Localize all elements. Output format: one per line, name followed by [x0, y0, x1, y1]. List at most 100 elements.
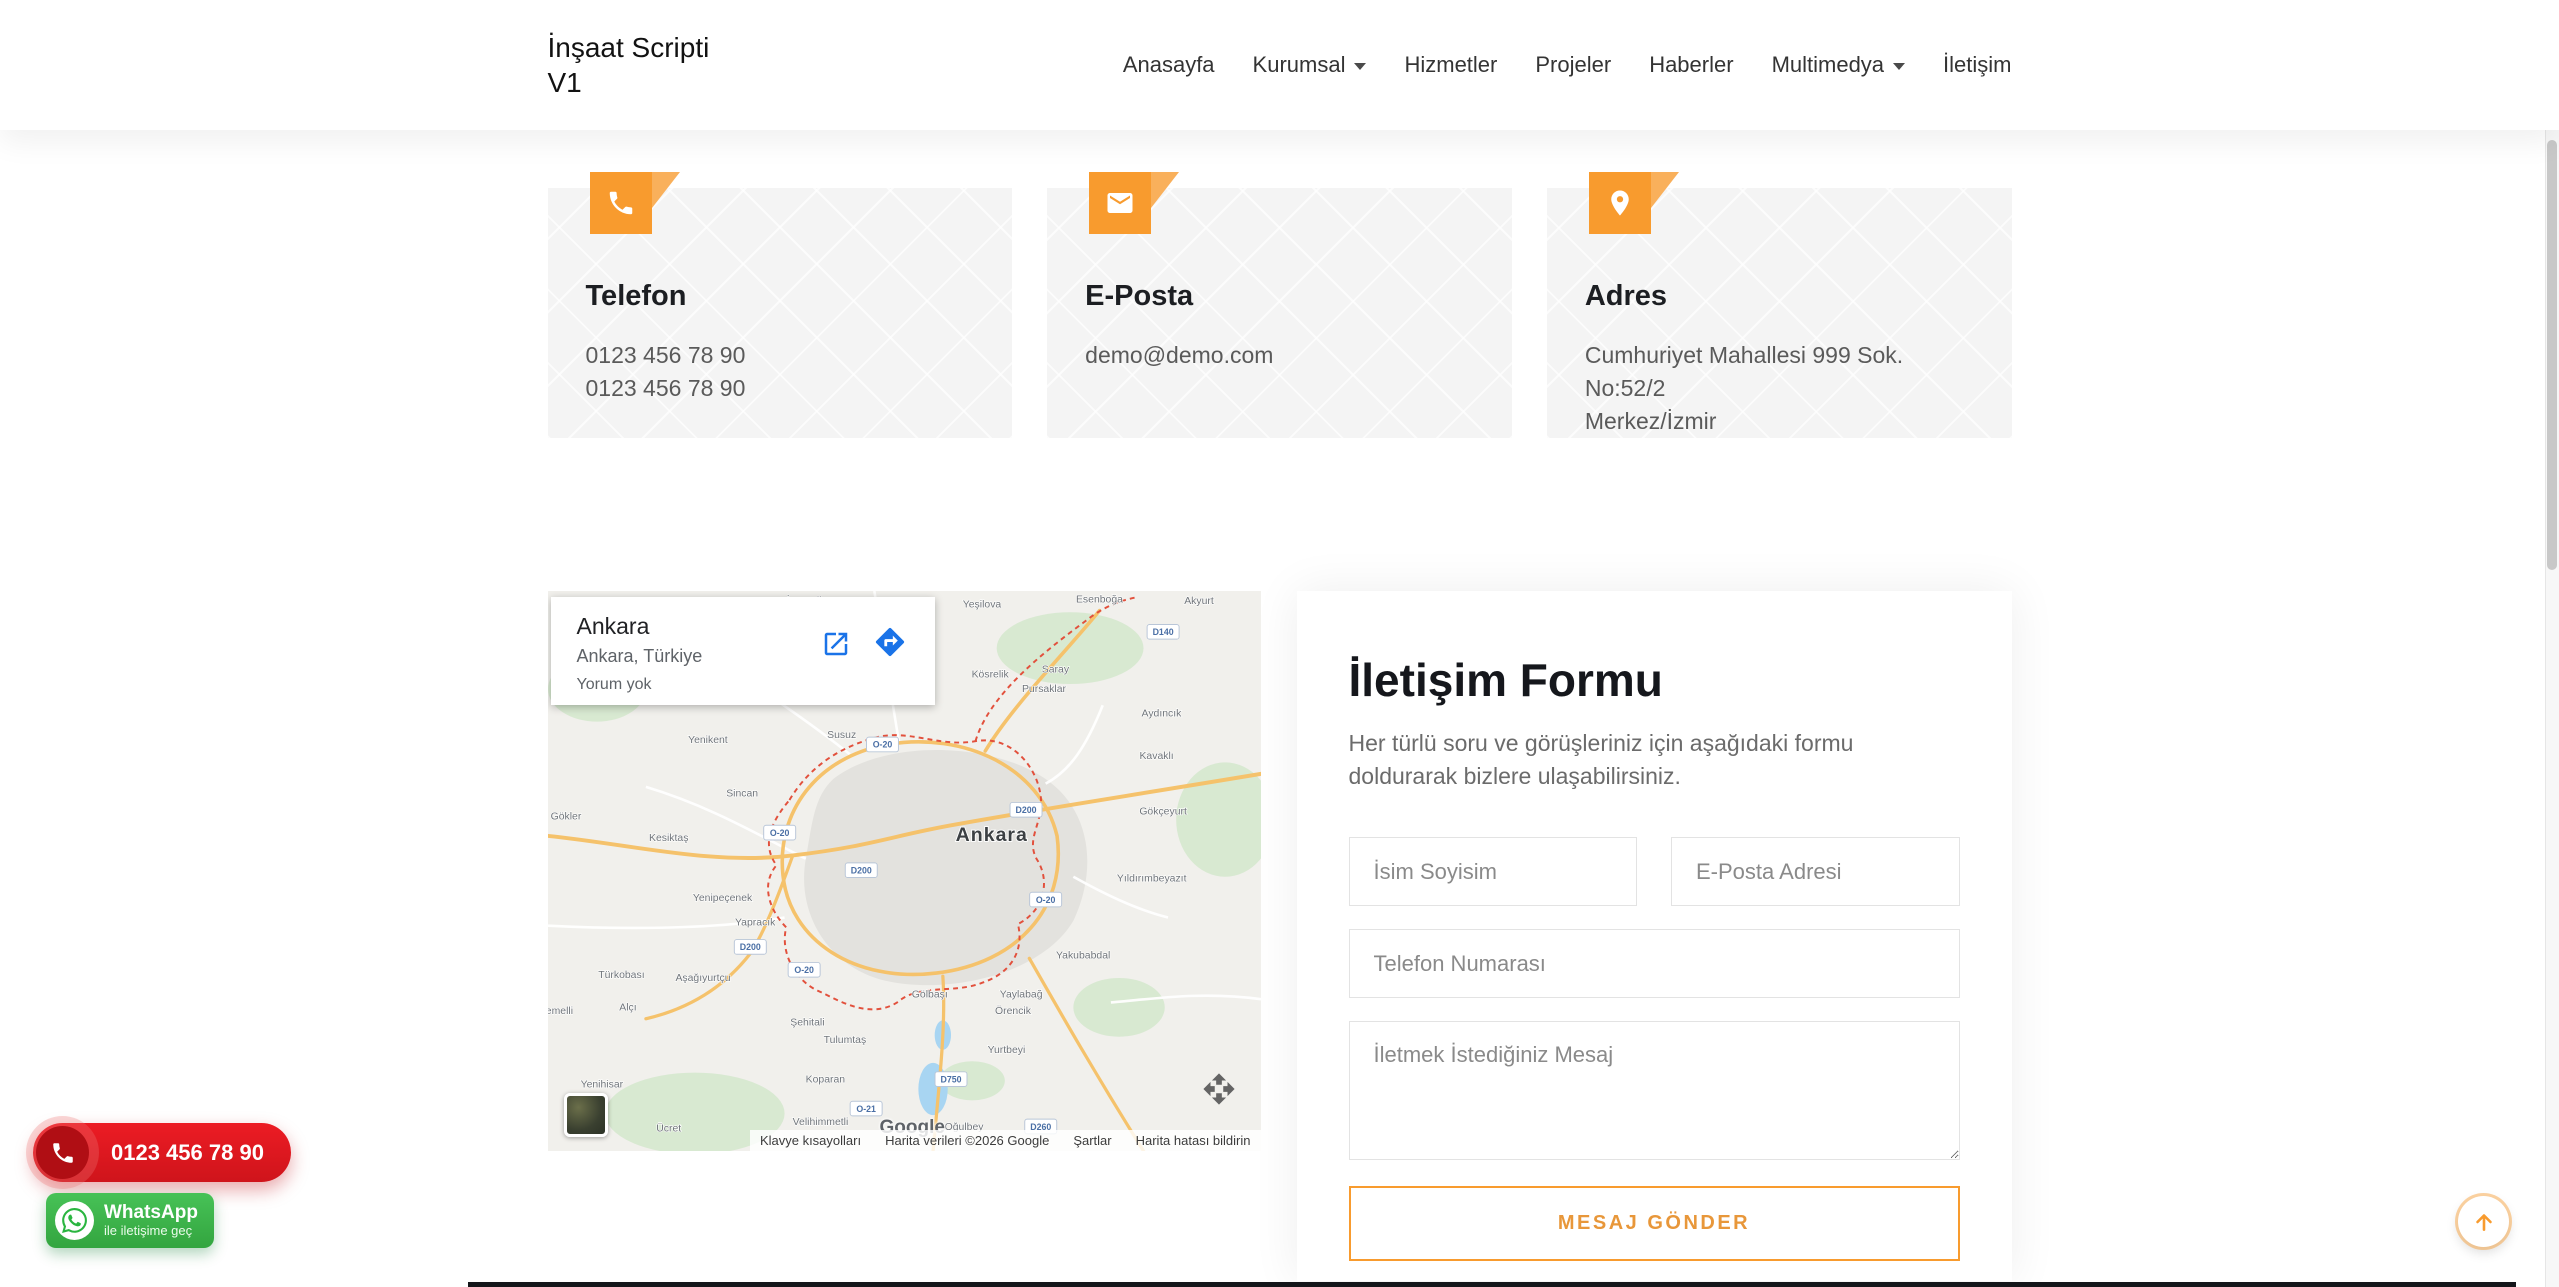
contact-card-line: 0123 456 78 90	[586, 372, 977, 405]
svg-text:O-21: O-21	[856, 1104, 876, 1114]
svg-text:Kesiktaş: Kesiktaş	[649, 833, 688, 844]
svg-text:Şehitali: Şehitali	[790, 1017, 824, 1028]
whatsapp-icon	[55, 1201, 94, 1240]
google-map[interactable]: D140 O-20 D200 O-20 D200 O-20 D200 O-20 D750 O-21…	[548, 591, 1261, 1151]
svg-text:Aşağıyurtçu: Aşağıyurtçu	[675, 973, 730, 984]
open-in-new-icon[interactable]	[821, 629, 851, 659]
whatsapp-title: WhatsApp	[104, 1203, 198, 1224]
send-message-button[interactable]: MESAJ GÖNDER	[1349, 1186, 1960, 1261]
contact-card-line: Merkez/İzmir	[1585, 405, 1976, 438]
svg-text:O-20: O-20	[769, 828, 789, 838]
svg-text:Aydıncık: Aydıncık	[1141, 709, 1182, 720]
nav-item-3[interactable]: Projeler	[1535, 52, 1611, 78]
phone-input[interactable]	[1349, 929, 1960, 998]
contact-cards: Telefon 0123 456 78 900123 456 78 90 E-Pos…	[548, 188, 2012, 438]
svg-text:Susuz: Susuz	[827, 730, 856, 741]
contact-card-title: Adres	[1585, 280, 1976, 313]
chevron-down-icon	[1893, 63, 1905, 70]
main-nav: Anasayfa Kurumsal Hizmetler Projeler Haberle…	[1123, 52, 2012, 78]
svg-text:emelli: emelli	[548, 1006, 573, 1017]
contact-section: D140 O-20 D200 O-20 D200 O-20 D200 O-20 D750 O-21…	[548, 591, 2012, 1281]
map-pan-control-icon[interactable]	[1199, 1069, 1239, 1109]
email-input[interactable]	[1671, 837, 1960, 906]
page-scrollbar[interactable]	[2545, 0, 2559, 1287]
phone-icon	[590, 172, 652, 234]
svg-text:Yenihisar: Yenihisar	[580, 1079, 623, 1090]
svg-text:D200: D200	[739, 942, 760, 952]
svg-text:Kösrelik: Kösrelik	[971, 670, 1009, 681]
floating-call-button[interactable]: 0123 456 78 90	[33, 1123, 291, 1182]
svg-text:Sincan: Sincan	[726, 789, 758, 800]
phone-icon	[36, 1126, 89, 1179]
map-attribution: Klavye kısayolları Harita verileri ©2026 …	[750, 1130, 1261, 1151]
nav-item-4[interactable]: Haberler	[1649, 52, 1733, 78]
svg-text:Esenboğa: Esenboğa	[1075, 594, 1122, 605]
directions-icon[interactable]	[873, 625, 907, 659]
message-textarea[interactable]	[1349, 1021, 1960, 1160]
svg-text:Örencik: Örencik	[995, 1005, 1032, 1017]
svg-text:Yaylabağ: Yaylabağ	[999, 990, 1042, 1001]
svg-text:Koparan: Koparan	[805, 1074, 845, 1085]
contact-card-line: demo@demo.com	[1085, 339, 1476, 372]
nav-item-6[interactable]: İletişim	[1943, 52, 2011, 78]
form-description: Her türlü soru ve görüşleriniz için aşağ…	[1349, 727, 1939, 793]
contact-card-line: Cumhuriyet Mahallesi 999 Sok. No:52/2	[1585, 339, 1976, 405]
svg-text:Pursaklar: Pursaklar	[1021, 684, 1066, 695]
svg-text:Saray: Saray	[1041, 665, 1069, 676]
form-title: İletişim Formu	[1349, 653, 1960, 707]
map-attribution-item[interactable]: Şartlar	[1073, 1133, 1111, 1148]
map-attribution-item[interactable]: Klavye kısayolları	[760, 1133, 861, 1148]
nav-item-2[interactable]: Hizmetler	[1404, 52, 1497, 78]
contact-card-line: 0123 456 78 90	[586, 339, 977, 372]
whatsapp-button[interactable]: WhatsApp ile iletişime geç	[46, 1193, 214, 1248]
chevron-down-icon	[1354, 63, 1366, 70]
svg-text:Gökler: Gökler	[550, 812, 581, 823]
svg-text:Velihimmetli: Velihimmetli	[792, 1117, 848, 1128]
footer-top-edge	[468, 1282, 2516, 1287]
svg-text:Gölbaşı: Gölbaşı	[911, 990, 947, 1001]
svg-text:Gökçeyurt: Gökçeyurt	[1139, 807, 1187, 818]
site-header: İnşaat Scripti V1 Anasayfa Kurumsal Hizmet…	[0, 0, 2559, 130]
svg-text:Yenikent: Yenikent	[688, 735, 728, 746]
svg-text:Akyurt: Akyurt	[1184, 596, 1214, 607]
name-input[interactable]	[1349, 837, 1638, 906]
svg-text:Tulumtaş: Tulumtaş	[823, 1035, 866, 1046]
svg-text:Yurtbeyi: Yurtbeyi	[987, 1045, 1025, 1056]
arrow-up-icon	[2471, 1209, 2497, 1235]
svg-text:Yeşilova: Yeşilova	[962, 599, 1001, 610]
contact-form: İletişim Formu Her türlü soru ve görüşle…	[1297, 591, 2012, 1281]
map-info-card: Ankara Ankara, Türkiye Yorum yok	[551, 597, 935, 705]
site-logo[interactable]: İnşaat Scripti V1	[548, 30, 718, 100]
contact-card-title: E-Posta	[1085, 280, 1476, 313]
svg-text:Ücret: Ücret	[656, 1122, 681, 1134]
svg-text:Ankara: Ankara	[955, 824, 1027, 846]
svg-text:D750: D750	[940, 1074, 961, 1084]
contact-card: Adres Cumhuriyet Mahallesi 999 Sok. No:52…	[1547, 188, 2012, 438]
nav-item-0[interactable]: Anasayfa	[1123, 52, 1215, 78]
svg-text:Alçı: Alçı	[619, 1003, 636, 1014]
location-icon	[1589, 172, 1651, 234]
svg-text:Türkobası: Türkobası	[598, 970, 644, 981]
scrollbar-thumb[interactable]	[2547, 140, 2557, 570]
svg-text:Kavaklı: Kavaklı	[1139, 751, 1173, 762]
floating-phone-number: 0123 456 78 90	[111, 1140, 264, 1166]
svg-text:D200: D200	[1015, 805, 1036, 815]
svg-text:O-20: O-20	[872, 740, 892, 750]
svg-text:O-20: O-20	[794, 965, 814, 975]
svg-text:O-20: O-20	[1035, 895, 1055, 905]
nav-item-1[interactable]: Kurumsal	[1253, 52, 1367, 78]
mail-icon	[1089, 172, 1151, 234]
svg-text:Yenipeçenek: Yenipeçenek	[692, 893, 752, 904]
svg-text:D140: D140	[1152, 627, 1173, 637]
contact-card: E-Posta demo@demo.com	[1047, 188, 1512, 438]
scroll-to-top-button[interactable]	[2458, 1196, 2509, 1247]
map-attribution-item[interactable]: Harita hatası bildirin	[1136, 1133, 1251, 1148]
map-review-link[interactable]: Yorum yok	[577, 676, 935, 694]
map-attribution-item: Harita verileri ©2026 Google	[885, 1133, 1049, 1148]
svg-text:D200: D200	[850, 865, 871, 875]
satellite-layer-toggle[interactable]	[564, 1093, 608, 1137]
svg-text:Yapracık: Yapracık	[735, 918, 776, 929]
nav-item-5[interactable]: Multimedya	[1772, 52, 1905, 78]
whatsapp-subtitle: ile iletişime geç	[104, 1223, 198, 1238]
contact-card-title: Telefon	[586, 280, 977, 313]
